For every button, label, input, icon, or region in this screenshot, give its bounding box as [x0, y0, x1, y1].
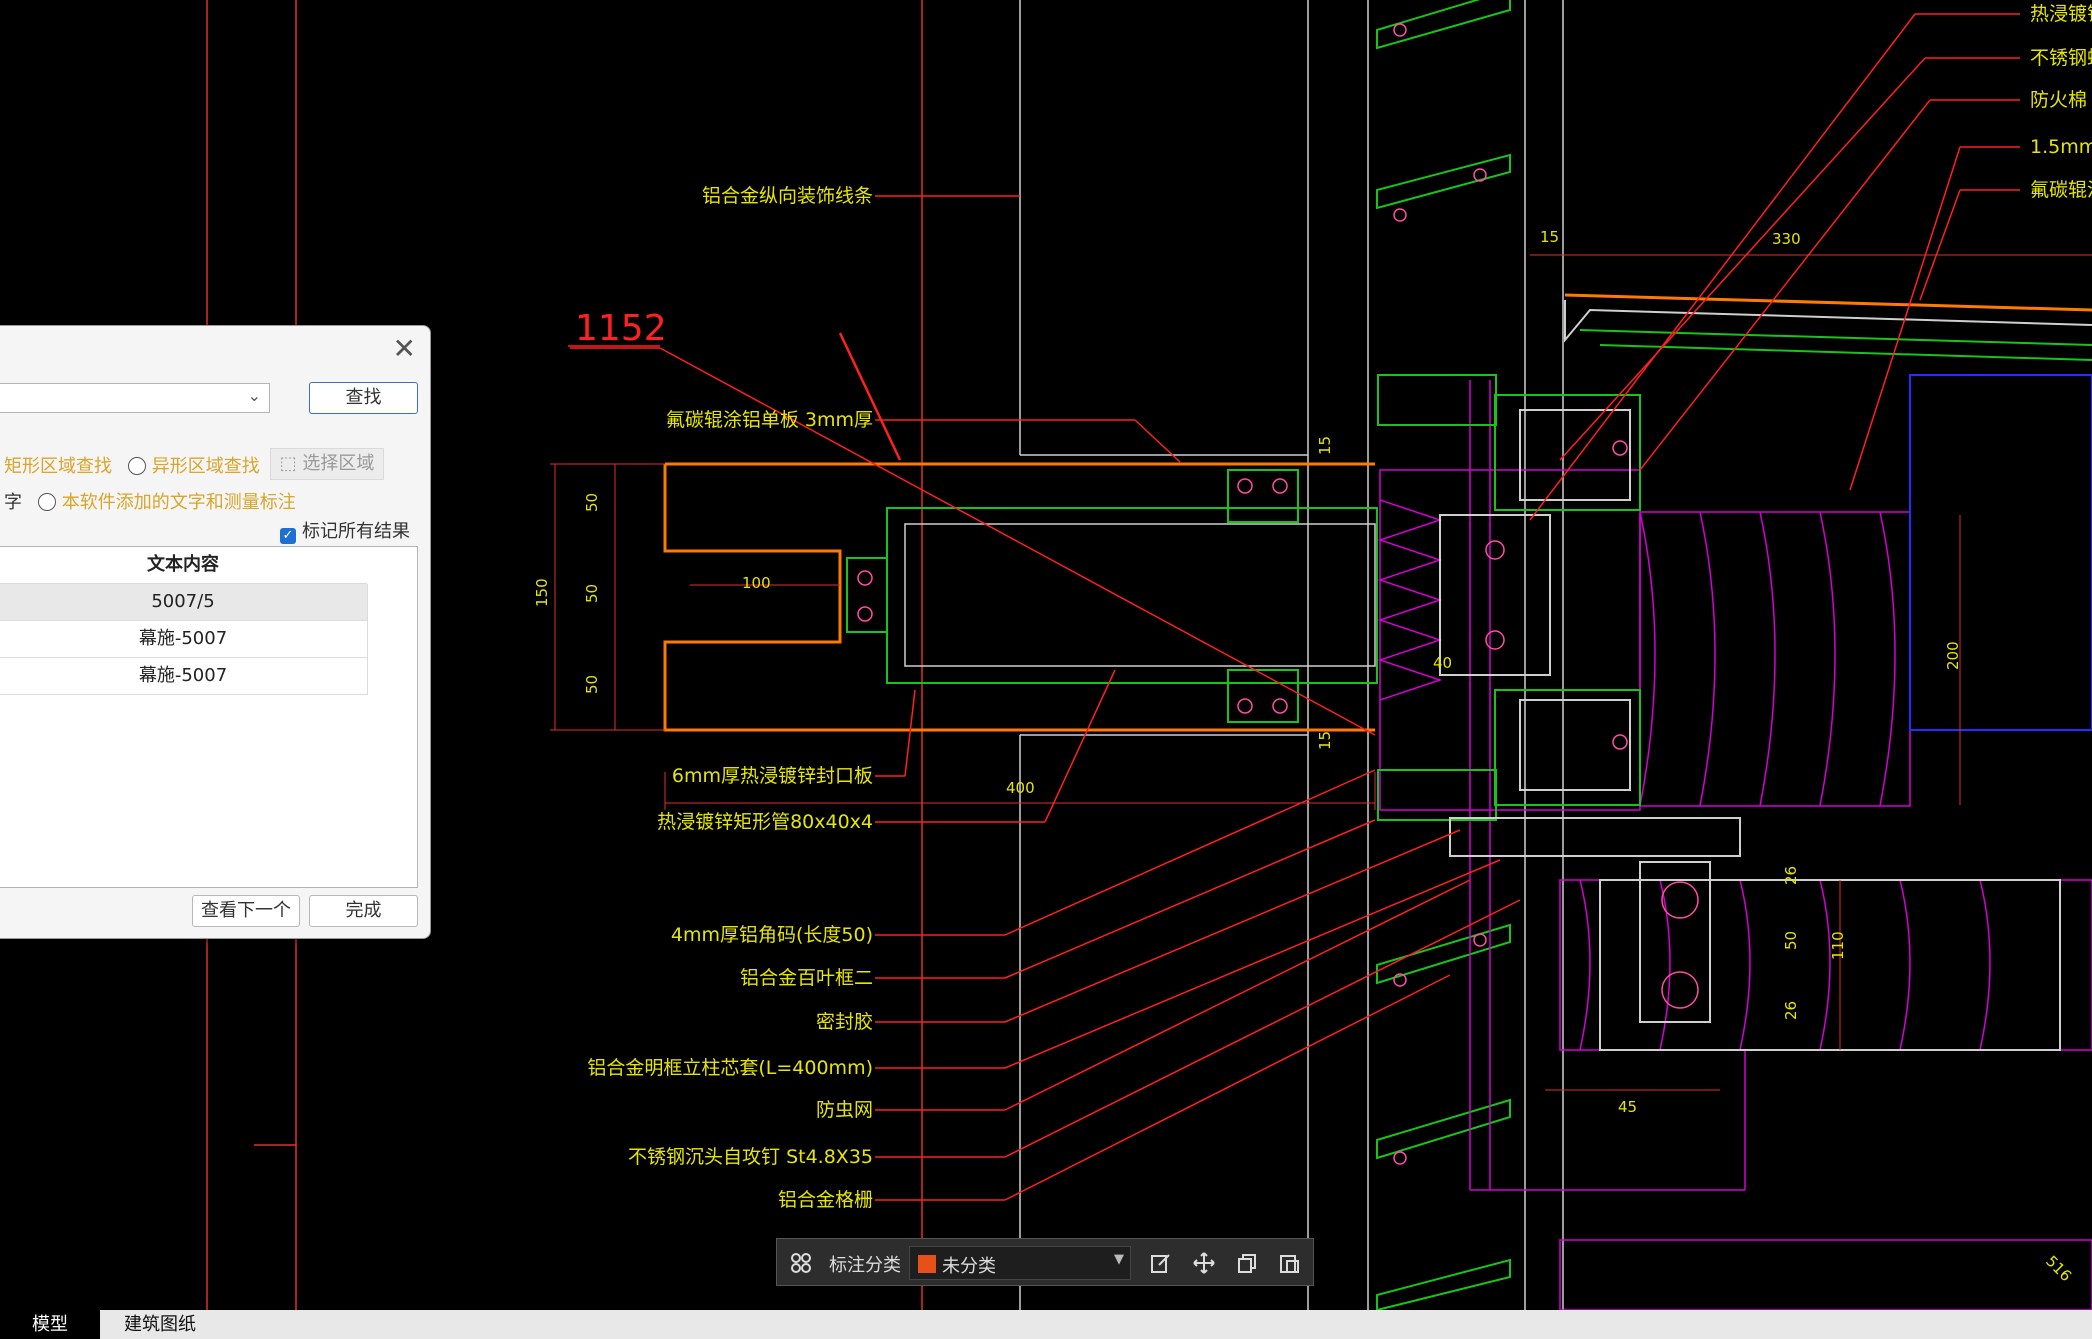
fixings	[857, 23, 1699, 1165]
select-area-button[interactable]: ⬚ 选择区域	[270, 448, 384, 480]
label-right-5: 氟碳辊涂铝	[2030, 179, 2092, 201]
result-row[interactable]: 幕施-5007	[0, 621, 368, 658]
label-right-1: 热浸镀锌U	[2030, 3, 2092, 25]
dim-45: 45	[1618, 1098, 1637, 1116]
dim-200: 200	[1944, 641, 1962, 670]
rect-find-option[interactable]: 矩形区域查找	[4, 456, 112, 477]
irregular-find-radio[interactable]	[127, 457, 146, 475]
label-angle-bracket: 4mm厚铝角码(长度50)	[671, 924, 873, 946]
copy-icon[interactable]	[1235, 1251, 1259, 1275]
select-area-icon: ⬚	[279, 453, 297, 474]
label-sealant: 密封胶	[816, 1011, 873, 1033]
label-right-4: 1.5mm厚	[2030, 136, 2092, 158]
dim-15-mid: 15	[1316, 436, 1334, 455]
close-icon[interactable]: ✕	[393, 332, 416, 365]
label-louvre-frame: 铝合金百叶框二	[740, 967, 873, 989]
dropdown-arrow-icon[interactable]: ▼	[1114, 1252, 1124, 1267]
paste-icon[interactable]	[1277, 1251, 1301, 1275]
mullion-profiles	[1377, 374, 1641, 821]
label-alu-panel: 氟碳辊涂铝单板 3mm厚	[666, 409, 873, 431]
find-button[interactable]: 查找	[309, 382, 418, 414]
dimension-1152: 1152	[575, 308, 667, 349]
chevron-down-icon[interactable]: ⌄	[248, 386, 261, 405]
dim-26-bottom: 26	[1782, 1001, 1800, 1020]
label-mullion-sleeve: 铝合金明框立柱芯套(L=400mm)	[587, 1057, 873, 1079]
select-area-label: 选择区域	[302, 453, 375, 474]
dimension-lines	[550, 254, 2092, 1091]
column-header: 文本内容	[0, 547, 367, 584]
dim-40: 40	[1433, 654, 1452, 672]
dim-50-mid: 50	[583, 584, 601, 603]
dim-15-top: 15	[1540, 228, 1559, 246]
grid-icon[interactable]	[789, 1251, 813, 1275]
annotation-toolbar: 标注分类 未分类 ▼	[776, 1238, 1314, 1286]
done-button[interactable]: 完成	[309, 895, 418, 927]
label-grille: 铝合金格栅	[778, 1189, 873, 1211]
insulation	[1377, 380, 2092, 1311]
result-row[interactable]: 5007/5	[0, 584, 368, 621]
dim-26-top: 26	[1782, 866, 1800, 885]
text-source-options: 字 本软件添加的文字和测量标注	[4, 488, 296, 514]
category-value: 未分类	[942, 1256, 996, 1277]
category-select[interactable]: 未分类 ▼	[909, 1246, 1131, 1280]
right-labels: 热浸镀锌U 不锈钢螺栓 防火棉 20 1.5mm厚 氟碳辊涂铝	[2030, 3, 2092, 201]
dim-516: 516	[2042, 1252, 2075, 1285]
dim-15-low: 15	[1316, 731, 1334, 750]
mark-all-checkbox[interactable]: ✓ 标记所有结果	[280, 517, 410, 544]
dim-50-right: 50	[1782, 931, 1800, 950]
dim-150: 150	[533, 578, 551, 607]
area-options: 矩形区域查找 异形区域查找	[4, 452, 260, 478]
software-text-radio[interactable]	[37, 493, 56, 511]
label-rect-tube: 热浸镀锌矩形管80x40x4	[657, 811, 873, 833]
right-profile	[1449, 293, 2092, 1051]
search-combo[interactable]: ⌄	[0, 383, 270, 413]
label-right-2: 不锈钢螺栓	[2030, 47, 2092, 69]
find-dialog[interactable]: ✕ ⌄ 查找 矩形区域查找 异形区域查找 ⬚ 选择区域 字 本软件添加的文字和测…	[0, 325, 431, 939]
text-option-label[interactable]: 字	[4, 492, 22, 513]
layout-tabbar: 模型 建筑图纸	[0, 1310, 2092, 1339]
label-right-3: 防火棉 20	[2030, 89, 2092, 111]
aluminum-panel	[663, 462, 1378, 732]
label-screw: 不锈钢沉头自攻钉 St4.8X35	[628, 1146, 873, 1168]
software-text-label[interactable]: 本软件添加的文字和测量标注	[62, 492, 296, 513]
tab-architectural-drawing[interactable]: 建筑图纸	[110, 1310, 210, 1339]
dim-110: 110	[1829, 931, 1847, 960]
result-list[interactable]: 文本内容 5007/5 幕施-5007 幕施-5007	[0, 546, 418, 888]
category-label: 标注分类	[829, 1255, 901, 1276]
mark-all-label: 标记所有结果	[302, 521, 410, 542]
checkmark-icon: ✓	[280, 528, 296, 544]
dim-50-bottom: 50	[583, 675, 601, 694]
irregular-find-label[interactable]: 异形区域查找	[152, 456, 260, 477]
dim-50-top: 50	[583, 493, 601, 512]
dim-400: 400	[1006, 779, 1035, 797]
tab-model[interactable]: 模型	[0, 1310, 100, 1339]
next-result-button[interactable]: 查看下一个	[192, 895, 300, 927]
dim-100: 100	[742, 574, 771, 592]
dimension-texts: 50 50 50 150 100 400 15 330 15 15 40 200…	[533, 228, 2075, 1285]
label-decor-strip: 铝合金纵向装饰线条	[702, 185, 873, 207]
dim-330: 330	[1772, 230, 1801, 248]
move-icon[interactable]	[1192, 1251, 1216, 1275]
result-row[interactable]: 幕施-5007	[0, 658, 368, 695]
label-insect-mesh: 防虫网	[816, 1099, 873, 1121]
label-seal-plate: 6mm厚热浸镀锌封口板	[672, 765, 873, 787]
edit-icon[interactable]	[1149, 1251, 1173, 1275]
category-color-swatch	[918, 1255, 936, 1273]
